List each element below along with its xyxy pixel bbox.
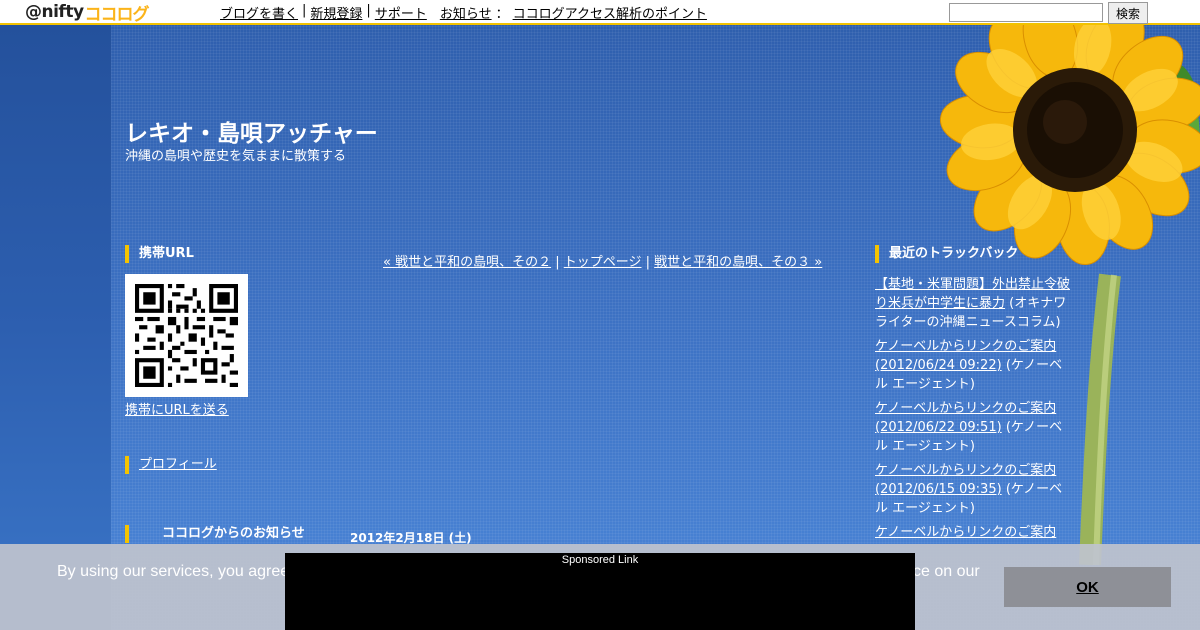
nav-separator: |	[645, 255, 655, 270]
prev-post-link[interactable]: « 戦世と平和の島唄、その２	[383, 255, 551, 270]
blog-description: 沖縄の島唄や歴史を気ままに散策する	[125, 149, 347, 164]
top-bar: @nifty ココログ ブログを書く | 新規登録 | サポート お知らせ ： …	[0, 0, 1200, 25]
blog-title[interactable]: レキオ・島唄アッチャー	[125, 114, 378, 148]
nav-register[interactable]: 新規登録	[310, 3, 362, 22]
cocolog-notice-heading: ココログからのお知らせ	[125, 525, 305, 543]
nav-separator: |	[302, 3, 307, 18]
recent-trackbacks-heading: 最近のトラックバック	[875, 245, 1018, 263]
nav-colon: ：	[495, 7, 509, 22]
nav-access-analysis[interactable]: ココログアクセス解析のポイント	[513, 3, 707, 22]
nifty-cocolog-logo[interactable]: @nifty ココログ	[25, 1, 150, 25]
post-navigation: « 戦世と平和の島唄、その２ | トップページ | 戦世と平和の島唄、その３ »	[383, 251, 822, 270]
next-post-link[interactable]: 戦世と平和の島唄、その３ »	[654, 255, 822, 270]
search-button[interactable]: 検索	[1108, 2, 1148, 24]
logo-prefix: @nifty	[25, 2, 84, 22]
qr-code	[125, 274, 248, 397]
sponsored-ad[interactable]: Sponsored Link	[285, 553, 915, 630]
trackback-item: ケノーベルからリンクのご案内(2012/06/24 09:22) (ケノーベル …	[875, 337, 1075, 394]
nav-support[interactable]: サポート	[375, 3, 427, 22]
search-input[interactable]	[949, 3, 1103, 22]
cookie-consent-text: By using our services, you agree	[57, 563, 290, 580]
top-page-link[interactable]: トップページ	[564, 255, 642, 270]
profile-heading: プロフィール	[125, 456, 217, 474]
profile-link[interactable]: プロフィール	[139, 457, 217, 472]
left-stripe	[0, 25, 111, 630]
trackback-link[interactable]: ケノーベルからリンクのご案内	[875, 525, 1056, 540]
trackback-item: ケノーベルからリンクのご案内(2012/06/15 09:35) (ケノーベル …	[875, 461, 1075, 518]
trackback-item: 【基地・米軍問題】外出禁止令破り米兵が中学生に暴力 (オキナワライターの沖縄ニュ…	[875, 275, 1075, 332]
nav-news[interactable]: お知らせ	[440, 3, 492, 22]
top-nav: ブログを書く | 新規登録 | サポート お知らせ ： ココログアクセス解析のポ…	[220, 3, 707, 22]
cookie-ok-button[interactable]: OK	[1004, 567, 1171, 607]
nav-separator: |	[366, 3, 371, 18]
nav-write-blog[interactable]: ブログを書く	[220, 3, 298, 22]
nav-separator: |	[555, 255, 564, 270]
trackback-item: ケノーベルからリンクのご案内	[875, 523, 1075, 542]
cookie-consent-text-tail: ce on our	[913, 563, 980, 580]
qr-code-icon	[135, 284, 238, 387]
send-url-to-mobile-link[interactable]: 携帯にURLを送る	[125, 399, 229, 418]
mobile-url-heading: 携帯URL	[125, 245, 194, 263]
sponsored-link-label: Sponsored Link	[561, 554, 639, 566]
logo-brand: ココログ	[84, 4, 150, 25]
trackback-list: 【基地・米軍問題】外出禁止令破り米兵が中学生に暴力 (オキナワライターの沖縄ニュ…	[875, 275, 1075, 547]
trackback-item: ケノーベルからリンクのご案内(2012/06/22 09:51) (ケノーベル …	[875, 399, 1075, 456]
